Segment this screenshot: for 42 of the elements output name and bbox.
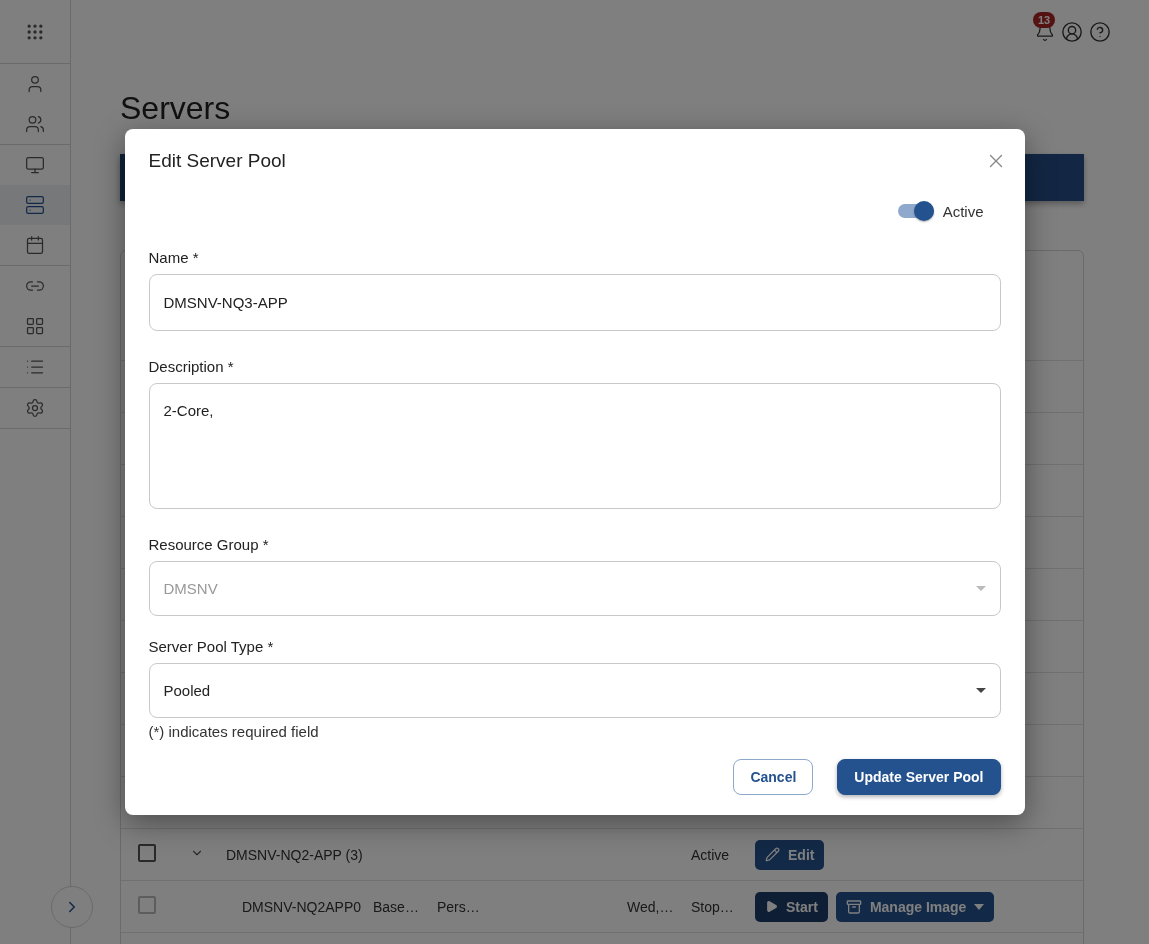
monitor-icon [25, 155, 45, 175]
required-note: (*) indicates required field [148, 723, 320, 740]
sidebar-item[interactable] [0, 185, 70, 225]
calendar-icon [25, 235, 45, 255]
description-field[interactable]: 2-Core, [148, 383, 1001, 509]
notification-badge: 13 [1033, 12, 1056, 28]
page-title: Servers [120, 89, 232, 128]
dropdown-field[interactable]: Pooled [148, 663, 1001, 718]
name-field[interactable]: DMSNV-NQ3-APP [148, 274, 1001, 331]
help-icon[interactable] [1089, 21, 1111, 43]
table-cell-text: Stop… [691, 898, 735, 915]
pencil-icon [765, 847, 780, 862]
cancel-button[interactable]: Cancel [733, 759, 814, 795]
active-switch[interactable] [897, 204, 934, 218]
edit-button[interactable]: Edit [755, 839, 825, 870]
settings-icon [25, 398, 45, 418]
manage-button[interactable]: Manage Image [835, 891, 995, 922]
table-cell-text: Wed,… [627, 898, 675, 915]
field-label: Name * [148, 248, 200, 268]
caret-icon [975, 586, 986, 591]
server-icon [25, 195, 45, 215]
update-button[interactable]: Update Server Pool [837, 759, 1001, 795]
dialog-title: Edit Server Pool [148, 150, 286, 172]
switch-label: Active [942, 202, 984, 220]
row-checkbox[interactable] [138, 844, 156, 862]
field-label: Server Pool Type * [148, 637, 275, 657]
user-icon[interactable] [1061, 21, 1083, 43]
row-checkbox[interactable] [138, 896, 156, 914]
caret-icon [974, 903, 985, 910]
start-button[interactable]: Start [755, 891, 828, 922]
play-icon [765, 900, 778, 913]
table-cell-text: Pers… [437, 898, 481, 915]
table-cell-text: DMSNV-NQ2APP0 [242, 898, 363, 915]
table-cell-text: Active [691, 846, 731, 863]
users-icon [25, 114, 45, 134]
table-cell-text: Base… [373, 898, 420, 915]
field-label: Description * [148, 357, 235, 377]
caret-icon [975, 688, 986, 693]
table-cell-text: DMSNV-NQ2-APP (3) [226, 846, 364, 863]
grid-icon [25, 316, 45, 336]
field-label: Resource Group * [148, 535, 270, 555]
archive-icon [845, 898, 862, 915]
